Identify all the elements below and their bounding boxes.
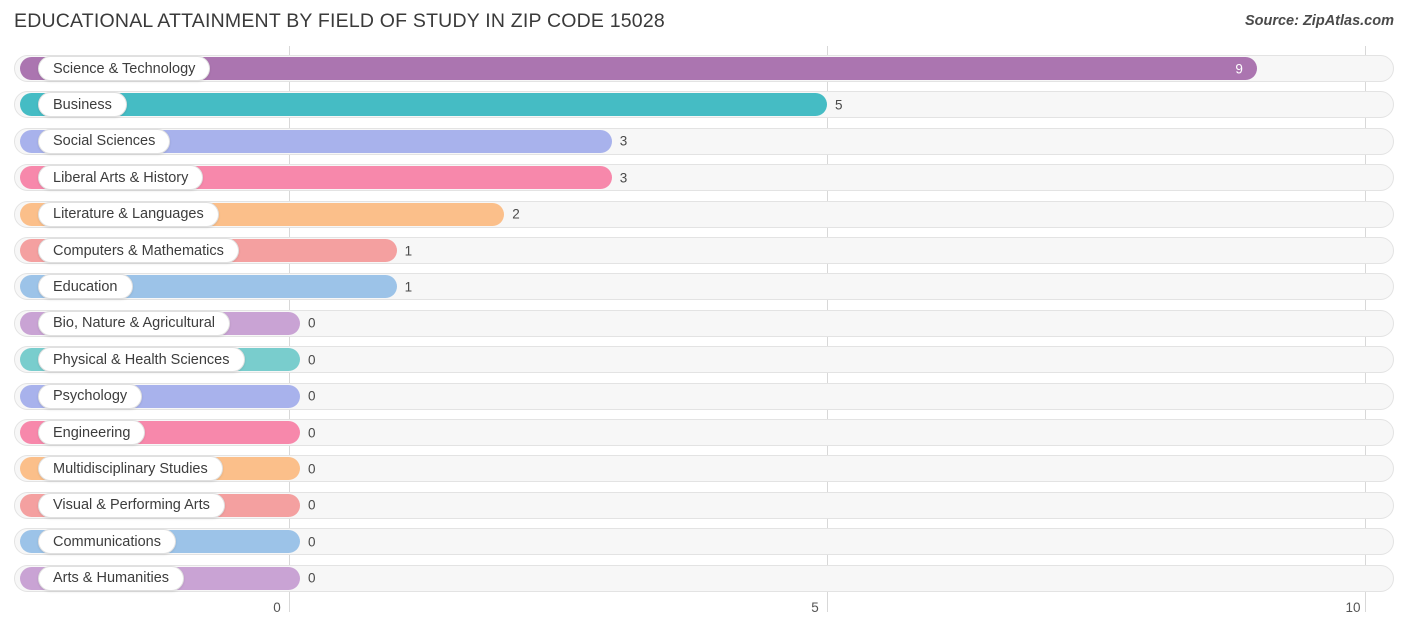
bar-value-label: 3: [619, 133, 628, 149]
bar-row[interactable]: 0 Bio, Nature & Agricultural: [14, 309, 1394, 337]
category-label[interactable]: Multidisciplinary Studies: [38, 456, 223, 482]
bar[interactable]: [20, 93, 827, 117]
bar-row[interactable]: 3 Social Sciences: [14, 127, 1394, 155]
category-label[interactable]: Computers & Mathematics: [38, 238, 239, 263]
bar-row[interactable]: 3 Liberal Arts & History: [14, 164, 1394, 192]
page-title: EDUCATIONAL ATTAINMENT BY FIELD OF STUDY…: [14, 10, 665, 32]
category-label[interactable]: Liberal Arts & History: [38, 165, 204, 191]
chart-page: EDUCATIONAL ATTAINMENT BY FIELD OF STUDY…: [0, 0, 1406, 631]
bar-value-label: 0: [308, 461, 316, 477]
category-label[interactable]: Communications: [38, 529, 176, 555]
bar-row[interactable]: 0 Physical & Health Sciences: [14, 346, 1394, 374]
chart-plot-area: 9 Science & Technology 5 Business 3 Social Sc…: [0, 46, 1406, 598]
bar-row[interactable]: 0 Communications: [14, 528, 1394, 556]
category-label[interactable]: Education: [38, 274, 133, 300]
bar-value-label: 0: [308, 425, 316, 440]
category-label[interactable]: Arts & Humanities: [38, 565, 185, 591]
source-attribution: Source: ZipAtlas.com: [1244, 13, 1394, 29]
bar-row[interactable]: 5 Business: [14, 91, 1394, 119]
x-axis: 0 5 10: [0, 598, 1406, 631]
bar-value-label: 1: [404, 279, 413, 295]
bar-row[interactable]: 1 Computers & Mathematics: [14, 237, 1394, 264]
bar-value-label: 0: [308, 570, 316, 586]
bar-row[interactable]: 0 Multidisciplinary Studies: [14, 455, 1394, 483]
axis-tick-label: 10: [1345, 600, 1361, 615]
bar-row[interactable]: 2 Literature & Languages: [14, 200, 1394, 228]
bar-row[interactable]: 0 Visual & Performing Arts: [14, 491, 1394, 519]
bar-row[interactable]: 0 Engineering: [14, 419, 1394, 446]
category-label[interactable]: Social Sciences: [38, 128, 171, 154]
axis-tick-label: 0: [273, 600, 281, 615]
category-label[interactable]: Bio, Nature & Agricultural: [38, 310, 230, 336]
bar-value-label: 3: [619, 170, 628, 186]
axis-tick: [289, 598, 290, 612]
bar-value-label: 0: [308, 352, 316, 368]
bar-value-label: 9: [1235, 61, 1243, 76]
bar-row[interactable]: 0 Arts & Humanities: [14, 564, 1394, 592]
axis-tick-label: 5: [811, 600, 819, 615]
bar-row[interactable]: 0 Psychology: [14, 382, 1394, 410]
bar-value-label: 0: [308, 534, 316, 550]
category-label[interactable]: Science & Technology: [38, 56, 211, 81]
bar-value-label: 0: [308, 388, 316, 404]
category-label[interactable]: Engineering: [38, 420, 146, 445]
bar-value-label: 1: [404, 243, 413, 258]
category-label[interactable]: Business: [38, 92, 127, 118]
bar-value-label: 5: [835, 97, 843, 113]
chart-header: EDUCATIONAL ATTAINMENT BY FIELD OF STUDY…: [0, 0, 1406, 46]
axis-tick: [827, 598, 828, 612]
bar-row[interactable]: 9 Science & Technology: [14, 55, 1394, 82]
bar-value-label: 0: [308, 497, 316, 513]
category-label[interactable]: Literature & Languages: [38, 201, 219, 227]
bar-value-label: 2: [512, 206, 520, 222]
axis-tick: [1365, 598, 1366, 612]
category-label[interactable]: Psychology: [38, 383, 143, 409]
category-label[interactable]: Visual & Performing Arts: [38, 492, 225, 518]
bar-row[interactable]: 1 Education: [14, 273, 1394, 301]
bar-value-label: 0: [308, 315, 316, 331]
category-label[interactable]: Physical & Health Sciences: [38, 347, 245, 373]
